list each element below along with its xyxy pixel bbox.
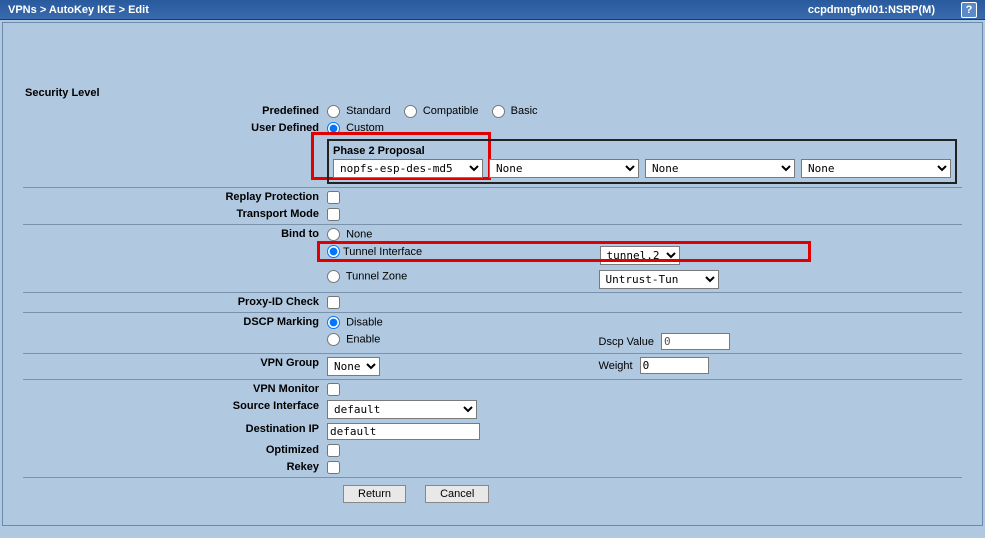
vpngroup-label: VPN Group [23, 355, 323, 378]
bindto-tunnelif-label: Tunnel Interface [343, 246, 422, 258]
userdefined-label: User Defined [23, 120, 323, 137]
srcif-label: Source Interface [23, 398, 323, 421]
predefined-basic-label: Basic [511, 105, 538, 117]
dstip-input[interactable] [327, 423, 480, 440]
bindto-tunnelzone-label: Tunnel Zone [346, 270, 407, 282]
proxyid-checkbox[interactable] [327, 296, 340, 309]
section-security-level: Security Level [23, 83, 962, 103]
return-button[interactable]: Return [343, 485, 406, 503]
predefined-standard-radio[interactable] [327, 105, 340, 118]
breadcrumb-sep: > [40, 4, 46, 16]
predefined-label: Predefined [23, 103, 323, 120]
vpnmon-checkbox[interactable] [327, 383, 340, 396]
tunnel-interface-select[interactable]: tunnel.2 [600, 246, 680, 265]
cancel-button[interactable]: Cancel [425, 485, 489, 503]
breadcrumb: VPNs > AutoKey IKE > Edit [8, 4, 149, 16]
userdefined-custom-label: Custom [346, 122, 384, 134]
predefined-standard-label: Standard [346, 105, 391, 117]
tunnel-interface-select-wrap: tunnel.2 [599, 245, 681, 266]
weight-label: Weight [599, 360, 633, 372]
bindto-none-label: None [346, 228, 372, 240]
phase2-select-1[interactable]: nopfs-esp-des-md5 [333, 159, 483, 178]
help-icon[interactable]: ? [961, 2, 977, 18]
phase2-title: Phase 2 Proposal [333, 145, 951, 157]
dscpval-input[interactable] [661, 333, 730, 350]
dscpval-label: Dscp Value [599, 336, 654, 348]
phase2-proposal-box: Phase 2 Proposal nopfs-esp-des-md5 None … [327, 139, 957, 184]
header-bar: VPNs > AutoKey IKE > Edit ccpdmngfwl01:N… [0, 0, 985, 20]
optimized-checkbox[interactable] [327, 444, 340, 457]
tunnel-zone-select[interactable]: Untrust-Tun [599, 270, 719, 289]
predefined-basic-radio[interactable] [492, 105, 505, 118]
optimized-label: Optimized [23, 442, 323, 459]
breadcrumb-vpns[interactable]: VPNs [8, 4, 37, 16]
dscp-enable-label: Enable [346, 333, 380, 345]
rekey-label: Rekey [23, 459, 323, 476]
vpngroup-select[interactable]: None [327, 357, 380, 376]
phase2-select-4[interactable]: None [801, 159, 951, 178]
transport-checkbox[interactable] [327, 208, 340, 221]
phase2-select-3[interactable]: None [645, 159, 795, 178]
bindto-none-radio[interactable] [327, 228, 340, 241]
bindto-tunnelif-radio[interactable] [327, 245, 340, 258]
phase2-select-2[interactable]: None [489, 159, 639, 178]
proxyid-label: Proxy-ID Check [23, 294, 323, 311]
bindto-tunnelzone-radio[interactable] [327, 270, 340, 283]
dscp-enable-radio[interactable] [327, 333, 340, 346]
dscp-disable-radio[interactable] [327, 316, 340, 329]
dscp-label: DSCP Marking [23, 314, 323, 331]
bindto-label: Bind to [23, 226, 323, 243]
breadcrumb-autokey[interactable]: AutoKey IKE [49, 4, 116, 16]
srcif-select[interactable]: default [327, 400, 477, 419]
weight-input[interactable] [640, 357, 709, 374]
breadcrumb-sep: > [119, 4, 125, 16]
vpnmon-label: VPN Monitor [23, 381, 323, 398]
main-form-area: Security Level Predefined Standard Compa… [2, 22, 983, 526]
rekey-checkbox[interactable] [327, 461, 340, 474]
transport-label: Transport Mode [23, 206, 323, 223]
predefined-compatible-label: Compatible [423, 105, 479, 117]
dstip-label: Destination IP [23, 421, 323, 442]
replay-checkbox[interactable] [327, 191, 340, 204]
breadcrumb-edit: Edit [128, 4, 149, 16]
device-label: ccpdmngfwl01:NSRP(M) [808, 4, 935, 16]
replay-label: Replay Protection [23, 189, 323, 206]
predefined-compatible-radio[interactable] [404, 105, 417, 118]
userdefined-custom-radio[interactable] [327, 122, 340, 135]
dscp-disable-label: Disable [346, 316, 383, 328]
